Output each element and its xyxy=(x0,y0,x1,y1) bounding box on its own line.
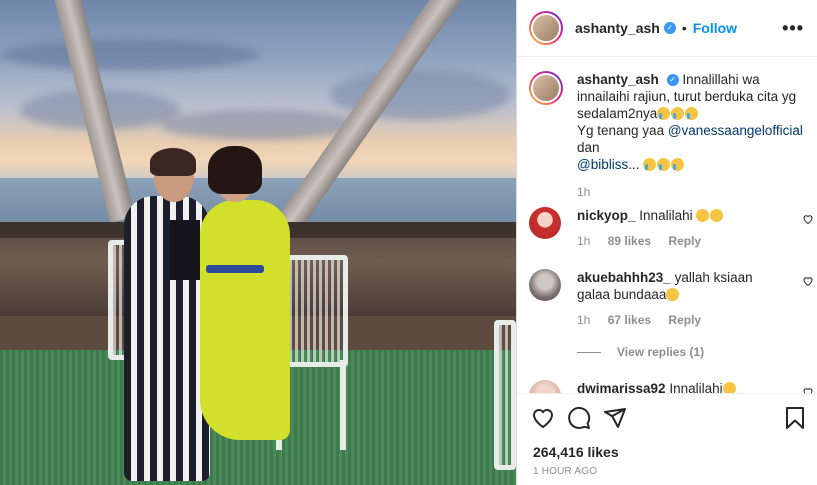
avatar[interactable] xyxy=(529,71,563,105)
bookmark-icon[interactable] xyxy=(783,406,807,430)
comment-icon[interactable] xyxy=(567,406,591,430)
divider-line xyxy=(577,351,601,353)
sad-emoji-icon xyxy=(722,382,736,393)
caption-connector: dan xyxy=(577,140,600,155)
mention-link[interactable]: @vanessaangelofficial xyxy=(668,123,803,138)
black-top xyxy=(170,220,200,280)
view-replies-label: View replies (1) xyxy=(617,345,705,359)
caption-username[interactable]: ashanty_ash xyxy=(577,72,659,87)
comment-time[interactable]: 1h xyxy=(577,313,590,327)
caption-line-2: Yg tenang yaa xyxy=(577,123,668,138)
sad-emoji-icon xyxy=(696,209,710,222)
caption-time[interactable]: 1h xyxy=(577,185,809,199)
crying-emoji-icon xyxy=(685,107,699,120)
comment-item: nickyop_ Innalilahi 1h 89 likes Reply xyxy=(529,207,814,248)
comment-item: akuebahhh23_ yallah ksiaan galaa bundaaa… xyxy=(529,269,814,327)
verified-badge-icon: ✓ xyxy=(663,22,676,34)
username[interactable]: ashanty_ash xyxy=(575,20,660,36)
comment-text: dwimarissa92 Innalilahi xyxy=(577,380,777,393)
person-yellow-dress xyxy=(200,200,290,440)
blue-belt xyxy=(206,265,264,273)
cloud xyxy=(160,110,360,140)
follow-button[interactable]: Follow xyxy=(693,20,737,36)
comment-likes[interactable]: 67 likes xyxy=(608,313,651,327)
comments-list[interactable]: ashanty_ash ✓ Innalillahi wa innailaihi … xyxy=(517,57,817,393)
chair xyxy=(494,320,516,470)
caption: ashanty_ash ✓ Innalillahi wa innailaihi … xyxy=(529,71,809,199)
mention-link[interactable]: @bibliss xyxy=(577,157,628,172)
heart-icon[interactable] xyxy=(531,406,555,430)
avatar[interactable] xyxy=(529,269,561,301)
comment-text: akuebahhh23_ yallah ksiaan galaa bundaaa xyxy=(577,269,777,303)
comment-username[interactable]: dwimarissa92 xyxy=(577,381,666,393)
comment-body: Innalilahi xyxy=(639,208,693,223)
comment-item: dwimarissa92 Innalilahi xyxy=(529,380,814,393)
comment-body: Innalilahi xyxy=(669,381,723,393)
crying-emoji-icon xyxy=(671,107,685,120)
comment-text: nickyop_ Innalilahi xyxy=(577,207,777,224)
comment-time[interactable]: 1h xyxy=(577,234,590,248)
view-replies-button[interactable]: View replies (1) xyxy=(577,345,704,359)
comment-meta: 1h 89 likes Reply xyxy=(577,234,814,248)
sad-emoji-icon xyxy=(666,288,680,301)
heart-icon[interactable] xyxy=(802,386,814,393)
paper-plane-icon[interactable] xyxy=(603,406,627,430)
likes-count[interactable]: 264,416 likes xyxy=(533,444,619,460)
avatar[interactable] xyxy=(529,11,563,45)
comment-username[interactable]: nickyop_ xyxy=(577,208,636,223)
post-photo[interactable] xyxy=(0,0,516,485)
crying-emoji-icon xyxy=(657,107,671,120)
avatar[interactable] xyxy=(529,207,561,239)
post-time[interactable]: 1 HOUR AGO xyxy=(533,466,597,477)
crying-emoji-icon xyxy=(657,158,671,171)
comment-meta: 1h 67 likes Reply xyxy=(577,313,814,327)
verified-badge-icon: ✓ xyxy=(666,74,679,87)
crying-emoji-icon xyxy=(671,158,685,171)
separator: • xyxy=(681,20,687,36)
chair-leg xyxy=(340,360,346,450)
comment-username[interactable]: akuebahhh23_ xyxy=(577,270,671,285)
post-header: ashanty_ash ✓ • Follow ••• xyxy=(517,0,817,57)
post-sidebar: ashanty_ash ✓ • Follow ••• ashanty_ash ✓… xyxy=(516,0,817,485)
heart-icon[interactable] xyxy=(802,275,814,287)
comment-likes[interactable]: 89 likes xyxy=(608,234,651,248)
reply-button[interactable]: Reply xyxy=(668,234,701,248)
caption-ellipsis: ... xyxy=(628,157,640,172)
sad-emoji-icon xyxy=(710,209,724,222)
caption-text: ashanty_ash ✓ Innalillahi wa innailaihi … xyxy=(577,71,809,173)
more-options-icon[interactable]: ••• xyxy=(782,18,804,39)
crying-emoji-icon xyxy=(643,158,657,171)
person-hair xyxy=(208,146,262,194)
reply-button[interactable]: Reply xyxy=(668,313,701,327)
post-actions: 264,416 likes 1 HOUR AGO xyxy=(517,393,817,485)
avatar[interactable] xyxy=(529,380,561,393)
cloud xyxy=(0,40,260,70)
heart-icon[interactable] xyxy=(802,213,814,225)
person-hair xyxy=(150,148,196,176)
